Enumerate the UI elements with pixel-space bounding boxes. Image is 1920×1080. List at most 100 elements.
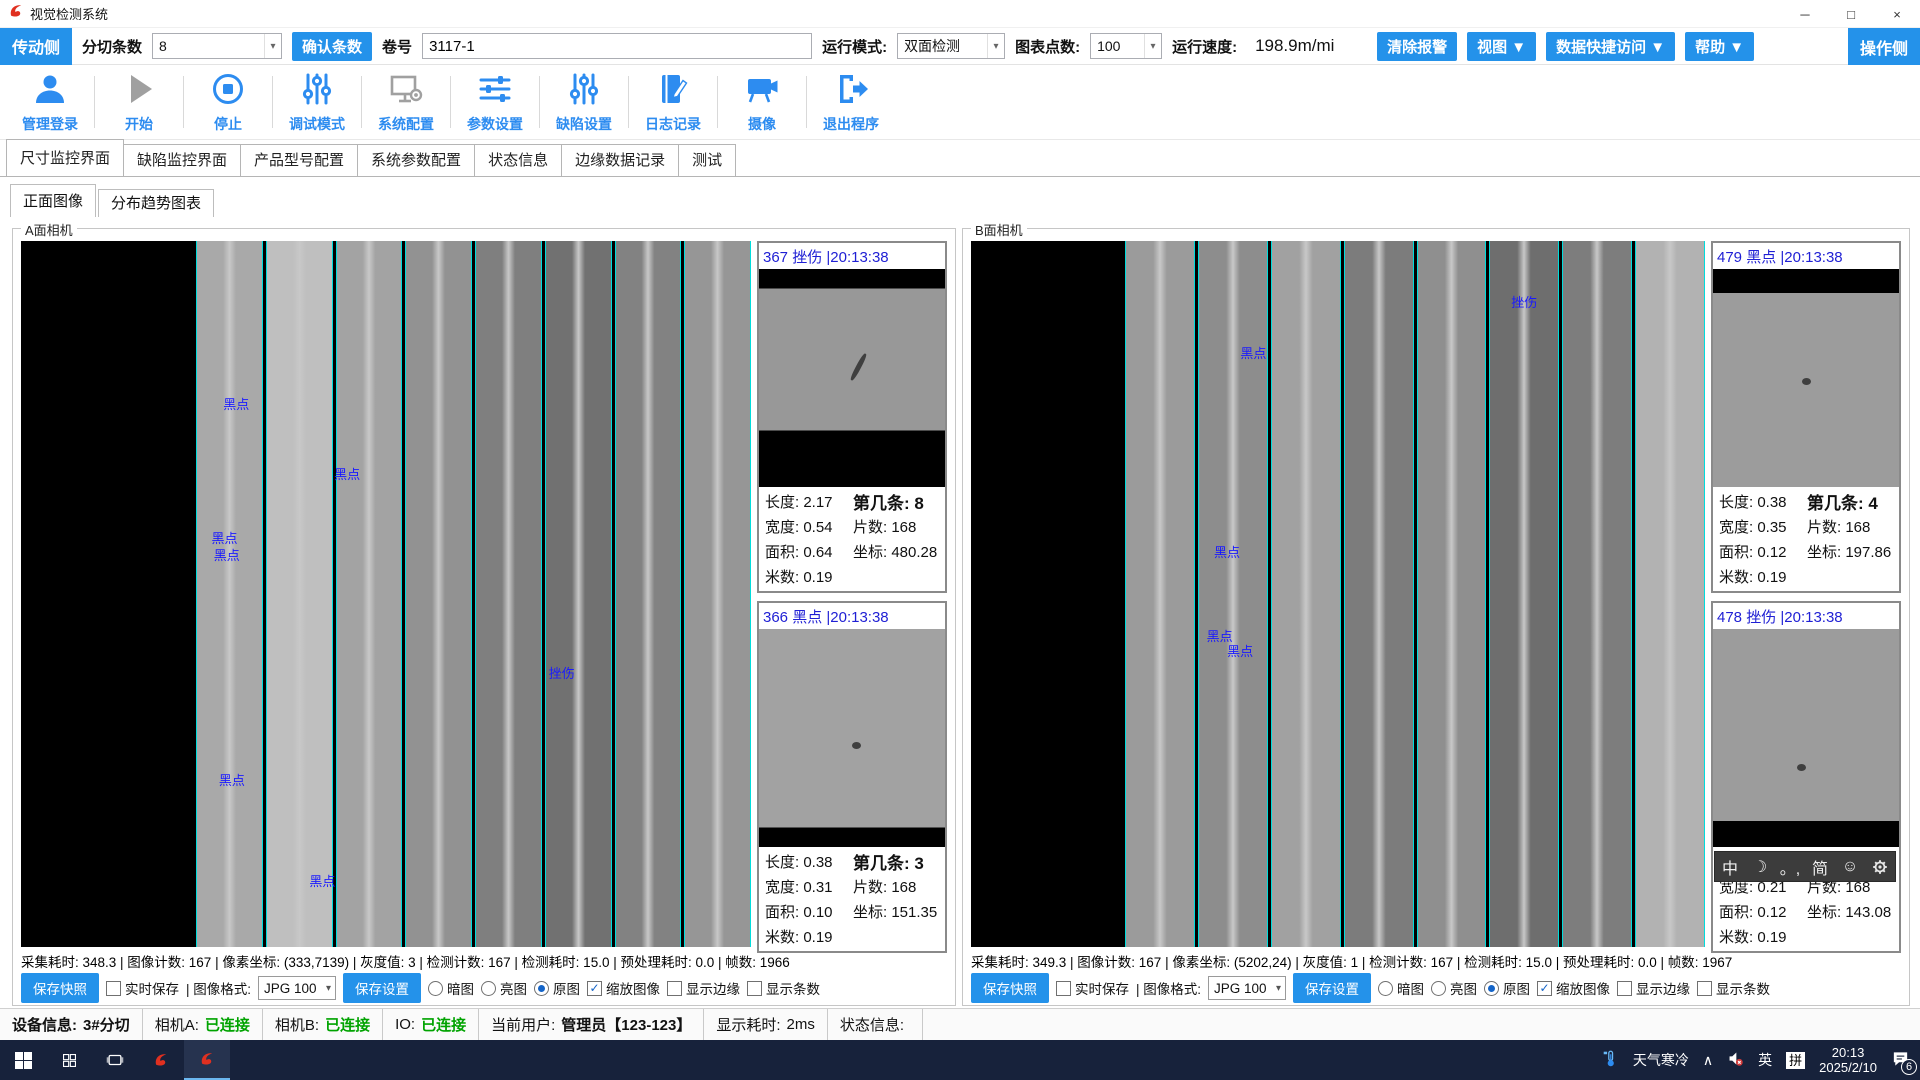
radio-1[interactable]: 暗图 — [1378, 978, 1424, 998]
defect-label: 黑点 — [1227, 641, 1253, 660]
defect-card[interactable]: 367 挫伤 |20:13:38长度: 2.17宽度: 0.54面积: 0.64… — [757, 241, 947, 593]
volume-muted-icon[interactable] — [1727, 1050, 1744, 1070]
radio-pip — [538, 985, 545, 992]
main-tab-7[interactable]: 测试 — [678, 144, 736, 176]
checkbox-option[interactable]: 显示条数 — [747, 978, 820, 998]
checkbox-option[interactable]: 显示条数 — [1697, 978, 1770, 998]
language-indicator[interactable]: 英 — [1758, 1050, 1772, 1070]
toolbar-capture-button[interactable]: 摄像 — [718, 71, 806, 134]
main-tab-6[interactable]: 边缘数据记录 — [561, 144, 679, 176]
status-segment-label: 相机B: — [275, 1014, 319, 1035]
sliders-v-icon — [299, 71, 335, 112]
maximize-button[interactable]: □ — [1828, 0, 1874, 28]
panel-b-defect-cards: 479 黑点 |20:13:38长度: 0.38宽度: 0.35面积: 0.12… — [1711, 241, 1901, 947]
chart-points-select[interactable]: 100 ▾ — [1090, 33, 1162, 59]
toolbar-param-settings-button[interactable]: 参数设置 — [451, 71, 539, 134]
running-app-icon[interactable] — [184, 1040, 230, 1080]
defect-card[interactable]: 478 挫伤 |20:13:38长度: 0.57宽度: 0.21面积: 0.12… — [1711, 601, 1901, 953]
toolbar-system-config-button[interactable]: 系统配置 — [362, 71, 450, 134]
status-segment-label: 当前用户: — [491, 1014, 555, 1035]
start-button[interactable] — [0, 1040, 46, 1080]
app-grid-icon[interactable] — [46, 1040, 92, 1080]
toolbar-admin-login-button[interactable]: 管理登录 — [6, 71, 94, 134]
defect-crop-image — [759, 629, 945, 847]
camera-a-panel: A面相机黑点黑点黑点黑点黑点黑点挫伤367 挫伤 |20:13:38长度: 2.… — [12, 228, 956, 1006]
stat-right: 坐标: 480.28 — [853, 541, 939, 562]
ime-fullwidth-icon[interactable]: ☽ — [1747, 854, 1773, 880]
ime-punctuation-icon[interactable]: 。, — [1777, 854, 1803, 880]
image-format-label: | 图像格式: — [1136, 978, 1201, 998]
save-snapshot-button[interactable]: 保存快照 — [971, 973, 1049, 1003]
image-format-select[interactable]: JPG 100▾ — [258, 976, 336, 1000]
toolbar-exit-program-button[interactable]: 退出程序 — [807, 71, 895, 134]
checkbox-option[interactable]: ✓缩放图像 — [587, 978, 660, 998]
status-segment-label: 相机A: — [155, 1014, 199, 1035]
toolbar-start-button[interactable]: 开始 — [95, 71, 183, 134]
radio-2[interactable]: 亮图 — [1431, 978, 1477, 998]
clear-alarm-button[interactable]: 清除报警 — [1377, 32, 1457, 61]
tray-expand-chevron-icon[interactable]: ∧ — [1703, 1052, 1713, 1069]
ime-lang-toggle[interactable]: 中 — [1717, 854, 1743, 880]
close-button[interactable]: × — [1874, 0, 1920, 28]
panel-a-title: A面相机 — [21, 220, 77, 239]
chevron-down-icon: ▾ — [1276, 983, 1285, 994]
drive-side-button[interactable]: 传动侧 — [0, 28, 72, 65]
toolbar-stop-button[interactable]: 停止 — [184, 71, 272, 134]
save-settings-button[interactable]: 保存设置 — [1293, 973, 1371, 1003]
film-strip — [1562, 241, 1632, 947]
checkbox-option[interactable]: 显示边缘 — [1617, 978, 1690, 998]
toolbar-debug-mode-button[interactable]: 调试模式 — [273, 71, 361, 134]
checkbox-option[interactable]: ✓缩放图像 — [1537, 978, 1610, 998]
main-tab-5[interactable]: 状态信息 — [474, 144, 562, 176]
main-tab-1[interactable]: 尺寸监控界面 — [6, 139, 124, 176]
panel-b-live-image: 挫伤黑点黑点黑点黑点 — [971, 241, 1705, 947]
realtime-save-checkbox[interactable]: 实时保存 — [1056, 978, 1129, 998]
help-menu-button[interactable]: 帮助 ▼ — [1685, 32, 1754, 61]
ime-settings-gear-icon[interactable] — [1867, 854, 1893, 880]
ime-mode-badge[interactable]: 拼 — [1786, 1052, 1805, 1069]
roll-number-input[interactable] — [422, 33, 812, 59]
stop-icon — [210, 71, 246, 112]
save-snapshot-button[interactable]: 保存快照 — [21, 973, 99, 1003]
weather-thermometer-icon[interactable] — [1602, 1050, 1619, 1070]
main-tab-4[interactable]: 系统参数配置 — [357, 144, 475, 176]
ime-emoji-icon[interactable]: ☺ — [1837, 854, 1863, 880]
status-segment-label: 显示耗时: — [716, 1014, 780, 1035]
slit-count-label: 分切条数 — [82, 36, 142, 57]
ime-simplified-toggle[interactable]: 简 — [1807, 854, 1833, 880]
run-mode-select[interactable]: 双面检测 ▾ — [897, 33, 1005, 59]
main-tab-2[interactable]: 缺陷监控界面 — [123, 144, 241, 176]
slit-count-select[interactable]: 8 ▾ — [152, 33, 282, 59]
task-view-icon[interactable] — [92, 1040, 138, 1080]
panel-b-status-line: 采集耗时: 349.3 | 图像计数: 167 | 像素坐标: (5202,24… — [971, 951, 1732, 971]
defect-card[interactable]: 479 黑点 |20:13:38长度: 0.38宽度: 0.35面积: 0.12… — [1711, 241, 1901, 593]
pinned-app-icon[interactable] — [138, 1040, 184, 1080]
radio-2[interactable]: 亮图 — [481, 978, 527, 998]
main-tab-3[interactable]: 产品型号配置 — [240, 144, 358, 176]
film-strip — [1489, 241, 1559, 947]
sub-tab-1[interactable]: 正面图像 — [10, 184, 96, 217]
roll-label: 卷号 — [382, 36, 412, 57]
minimize-button[interactable]: ─ — [1782, 0, 1828, 28]
radio-3[interactable]: 原图 — [1484, 978, 1530, 998]
checkbox-option[interactable]: 显示边缘 — [667, 978, 740, 998]
operate-side-button[interactable]: 操作侧 — [1848, 28, 1920, 65]
toolbar: 传动侧 分切条数 8 ▾ 确认条数 卷号 运行模式: 双面检测 ▾ 图表点数: … — [0, 28, 1920, 65]
taskbar-clock[interactable]: 20:132025/2/10 — [1819, 1045, 1877, 1075]
view-menu-button[interactable]: 视图 ▼ — [1467, 32, 1536, 61]
confirm-count-button[interactable]: 确认条数 — [292, 32, 372, 61]
toolbar-log-record-button[interactable]: 日志记录 — [629, 71, 717, 134]
film-strip — [196, 241, 263, 947]
radio-3[interactable]: 原图 — [534, 978, 580, 998]
sub-tab-2[interactable]: 分布趋势图表 — [98, 189, 214, 217]
notification-center-icon[interactable]: 6 — [1891, 1049, 1910, 1071]
image-format-select[interactable]: JPG 100▾ — [1208, 976, 1286, 1000]
radio-1[interactable]: 暗图 — [428, 978, 474, 998]
run-mode-label: 运行模式: — [822, 36, 887, 57]
data-quick-access-button[interactable]: 数据快捷访问 ▼ — [1546, 32, 1675, 61]
realtime-save-checkbox[interactable]: 实时保存 — [106, 978, 179, 998]
defect-crop-image — [1713, 269, 1899, 487]
save-settings-button[interactable]: 保存设置 — [343, 973, 421, 1003]
defect-card[interactable]: 366 黑点 |20:13:38长度: 0.38宽度: 0.31面积: 0.10… — [757, 601, 947, 953]
toolbar-defect-settings-button[interactable]: 缺陷设置 — [540, 71, 628, 134]
